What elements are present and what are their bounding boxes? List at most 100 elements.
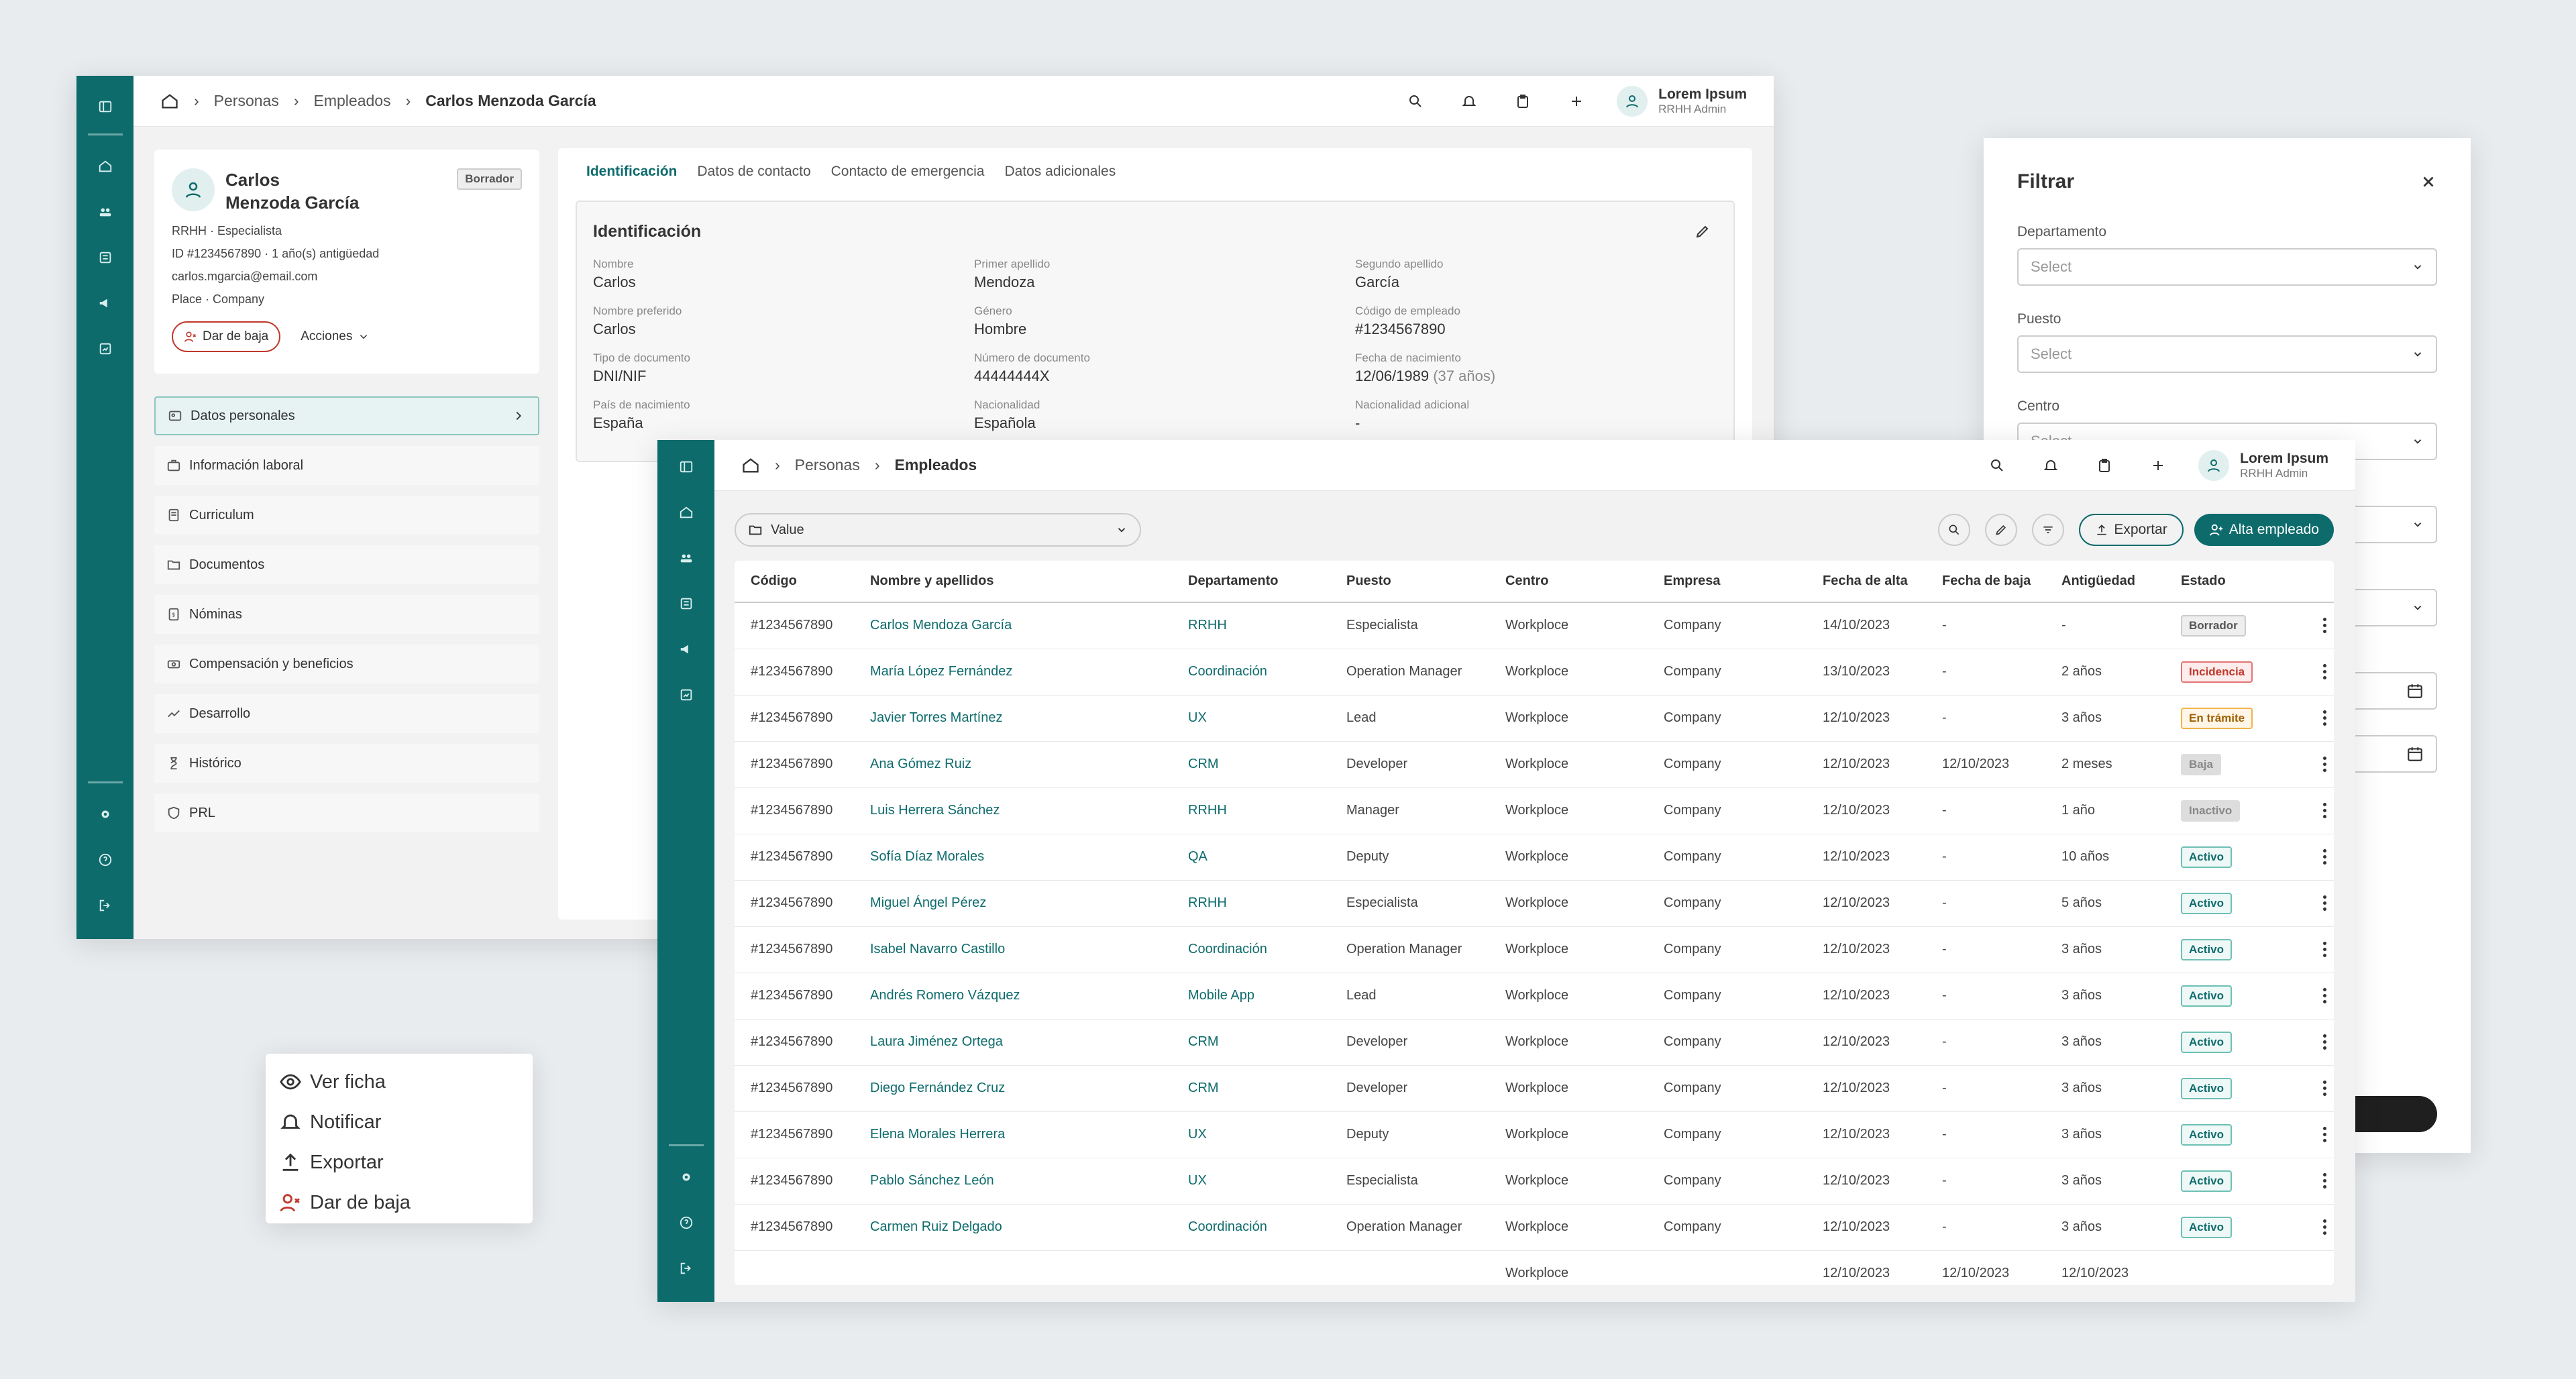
col-nombre[interactable]: Nombre y apellidos	[854, 561, 1172, 603]
puesto-select[interactable]: Select	[2017, 335, 2437, 373]
menu-ver-ficha[interactable]: Ver ficha	[279, 1062, 519, 1102]
bell-icon[interactable]	[2024, 457, 2078, 474]
section-curriculum[interactable]: Curriculum	[154, 496, 539, 535]
table-row[interactable]: #1234567890 Sofía Díaz Morales QA Deputy Wor…	[735, 834, 2334, 881]
more-vertical-icon[interactable]	[2315, 1173, 2334, 1189]
table-row[interactable]: #1234567890 Miguel Ángel Pérez RRHH Especia…	[735, 880, 2334, 927]
export-button[interactable]: Exportar	[2079, 514, 2184, 546]
employee-name-link[interactable]: Andrés Romero Vázquez	[854, 973, 1172, 1019]
more-vertical-icon[interactable]	[2315, 757, 2334, 772]
table-row[interactable]: #1234567890 Laura Jiménez Ortega CRM Develo…	[735, 1019, 2334, 1066]
department-link[interactable]: Coordinación	[1172, 926, 1330, 973]
department-link[interactable]: Coordinación	[1172, 1204, 1330, 1251]
megaphone-icon[interactable]	[76, 280, 133, 326]
department-link[interactable]: CRM	[1172, 1065, 1330, 1112]
tab-contacto-emergencia[interactable]: Contacto de emergencia	[831, 164, 985, 180]
table-row[interactable]: Workploce 12/10/2023 12/10/2023 12/10/2023	[735, 1250, 2334, 1285]
more-vertical-icon[interactable]	[2315, 849, 2334, 865]
table-row[interactable]: #1234567890 Luis Herrera Sánchez RRHH Manag…	[735, 787, 2334, 834]
tab-datos-adicionales[interactable]: Datos adicionales	[1004, 164, 1116, 180]
breadcrumb-personas[interactable]: Personas	[795, 456, 860, 474]
table-row[interactable]: #1234567890 Ana Gómez Ruiz CRM Developer Wor…	[735, 741, 2334, 788]
tab-identificacion[interactable]: Identificación	[586, 164, 677, 180]
help-icon[interactable]	[657, 1200, 714, 1246]
department-link[interactable]: UX	[1172, 1158, 1330, 1205]
col-estado[interactable]: Estado	[2165, 561, 2299, 603]
more-vertical-icon[interactable]	[2315, 664, 2334, 679]
filter-button[interactable]	[2032, 514, 2065, 546]
search-button[interactable]	[1938, 514, 1971, 546]
settings-icon[interactable]	[76, 791, 133, 837]
more-vertical-icon[interactable]	[2315, 803, 2334, 818]
department-link[interactable]	[1172, 1250, 1330, 1285]
col-puesto[interactable]: Puesto	[1330, 561, 1489, 603]
table-row[interactable]: #1234567890 Javier Torres Martínez UX Lead W…	[735, 695, 2334, 742]
department-link[interactable]: RRHH	[1172, 880, 1330, 927]
menu-notificar[interactable]: Notificar	[279, 1102, 519, 1142]
section-desarrollo[interactable]: Desarrollo	[154, 694, 539, 733]
department-link[interactable]: RRHH	[1172, 787, 1330, 834]
panel-toggle-icon[interactable]	[76, 84, 133, 129]
settings-icon[interactable]	[657, 1154, 714, 1200]
col-antiguedad[interactable]: Antigüedad	[2045, 561, 2165, 603]
department-link[interactable]: UX	[1172, 1111, 1330, 1158]
more-vertical-icon[interactable]	[2315, 942, 2334, 957]
more-vertical-icon[interactable]	[2315, 1081, 2334, 1096]
report-icon[interactable]	[657, 672, 714, 718]
more-vertical-icon[interactable]	[2315, 895, 2334, 911]
employee-name-link[interactable]: Luis Herrera Sánchez	[854, 787, 1172, 834]
people-icon[interactable]	[76, 189, 133, 235]
section-compensacion[interactable]: Compensación y beneficios	[154, 645, 539, 683]
more-vertical-icon[interactable]	[2315, 1034, 2334, 1050]
employee-name-link[interactable]: Ana Gómez Ruiz	[854, 741, 1172, 788]
section-prl[interactable]: PRL	[154, 793, 539, 832]
clipboard-icon[interactable]	[1496, 93, 1550, 109]
user-menu[interactable]: Lorem Ipsum RRHH Admin	[1617, 85, 1747, 117]
col-fecha-baja[interactable]: Fecha de baja	[1926, 561, 2045, 603]
table-row[interactable]: #1234567890 Elena Morales Herrera UX Deputy…	[735, 1111, 2334, 1158]
table-row[interactable]: #1234567890 Carmen Ruiz Delgado Coordinaci…	[735, 1204, 2334, 1251]
col-centro[interactable]: Centro	[1489, 561, 1648, 603]
table-row[interactable]: #1234567890 Diego Fernández Cruz CRM Develo…	[735, 1065, 2334, 1112]
plus-icon[interactable]	[2131, 457, 2185, 474]
employee-name-link[interactable]: Elena Morales Herrera	[854, 1111, 1172, 1158]
more-vertical-icon[interactable]	[2315, 1219, 2334, 1235]
employee-name-link[interactable]: Isabel Navarro Castillo	[854, 926, 1172, 973]
edit-icon[interactable]	[1695, 223, 1711, 239]
actions-button[interactable]: Acciones	[301, 329, 370, 344]
employee-name-link[interactable]: Sofía Díaz Morales	[854, 834, 1172, 881]
table-row[interactable]: #1234567890 Isabel Navarro Castillo Coordi…	[735, 926, 2334, 973]
home-icon[interactable]	[76, 144, 133, 189]
report-icon[interactable]	[76, 326, 133, 372]
breadcrumb-personas[interactable]: Personas	[214, 92, 279, 110]
people-icon[interactable]	[657, 535, 714, 581]
employee-name-link[interactable]: Carlos Mendoza García	[854, 602, 1172, 649]
col-fecha-alta[interactable]: Fecha de alta	[1807, 561, 1926, 603]
clipboard-icon[interactable]	[2078, 457, 2131, 474]
menu-dar-de-baja[interactable]: Dar de baja	[279, 1182, 519, 1223]
section-informacion-laboral[interactable]: Información laboral	[154, 446, 539, 485]
home-icon[interactable]	[741, 456, 760, 475]
section-nominas[interactable]: $ Nóminas	[154, 595, 539, 634]
department-link[interactable]: RRHH	[1172, 602, 1330, 649]
department-link[interactable]: Coordinación	[1172, 649, 1330, 696]
more-vertical-icon[interactable]	[2315, 1127, 2334, 1142]
employee-name-link[interactable]: Laura Jiménez Ortega	[854, 1019, 1172, 1066]
menu-exportar[interactable]: Exportar	[279, 1142, 519, 1182]
employee-name-link[interactable]: Carmen Ruiz Delgado	[854, 1204, 1172, 1251]
folder-select[interactable]: Value	[735, 513, 1141, 547]
more-vertical-icon[interactable]	[2315, 988, 2334, 1003]
breadcrumb-empleados[interactable]: Empleados	[314, 92, 391, 110]
departamento-select[interactable]: Select	[2017, 248, 2437, 286]
employee-name-link[interactable]	[854, 1250, 1172, 1285]
department-link[interactable]: Mobile App	[1172, 973, 1330, 1019]
more-vertical-icon[interactable]	[2315, 618, 2334, 634]
department-link[interactable]: CRM	[1172, 741, 1330, 788]
search-icon[interactable]	[1389, 93, 1442, 109]
table-row[interactable]: #1234567890 Andrés Romero Vázquez Mobile A…	[735, 973, 2334, 1019]
list-icon[interactable]	[76, 235, 133, 280]
panel-toggle-icon[interactable]	[657, 444, 714, 490]
logout-icon[interactable]	[657, 1246, 714, 1291]
employee-name-link[interactable]: María López Fernández	[854, 649, 1172, 696]
department-link[interactable]: UX	[1172, 695, 1330, 742]
